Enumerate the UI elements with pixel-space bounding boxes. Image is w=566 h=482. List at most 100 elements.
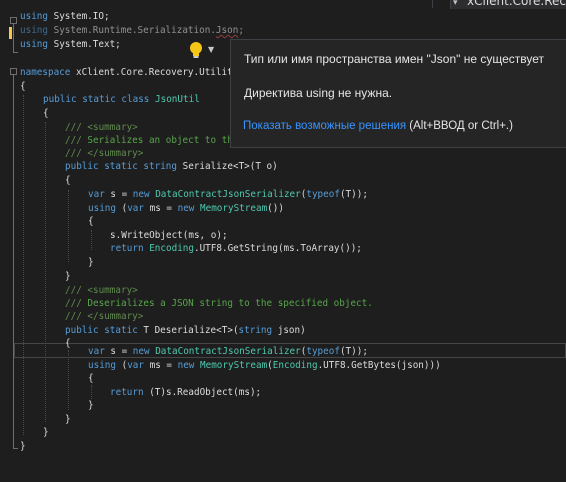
tab-label: xClient.Core.Recov: [467, 0, 566, 8]
code-line[interactable]: }: [65, 413, 71, 426]
keyword: var: [88, 346, 105, 357]
comment: ///: [65, 148, 88, 159]
lightbulb-icon[interactable]: [186, 40, 208, 60]
code-text: s.WriteObject(ms, o);: [110, 230, 228, 241]
chevron-down-icon[interactable]: ▼: [208, 45, 214, 54]
keyword: public: [43, 94, 77, 105]
type-name: Encoding: [149, 243, 194, 254]
comment: ///: [65, 122, 88, 133]
keyword: var: [88, 189, 105, 200]
code-line[interactable]: }: [43, 426, 49, 439]
code-line[interactable]: }: [88, 399, 94, 412]
code-text: Serialize<T>(T o): [177, 161, 278, 172]
comment-tag: <summary>: [87, 285, 138, 296]
comment-tag: </summary>: [87, 311, 144, 322]
code-line[interactable]: public static string Serialize<T>(T o): [65, 160, 278, 173]
outline-bracket: [13, 24, 14, 52]
keyword: public: [65, 325, 99, 336]
code-text: {: [65, 175, 71, 186]
code-line[interactable]: public static class JsonUtil: [43, 93, 200, 106]
code-text: s =: [104, 346, 133, 357]
shortcut-hint: (Alt+ВВОД or Ctrl+.): [409, 120, 513, 132]
keyword: return: [110, 243, 144, 254]
code-line[interactable]: using System.Text;: [20, 38, 121, 51]
code-line[interactable]: /// Serializes an object to th: [65, 134, 233, 147]
code-text: System.Runtime.Serialization.: [48, 25, 216, 36]
code-line[interactable]: {: [88, 372, 94, 385]
code-line[interactable]: {: [43, 107, 49, 120]
code-text: T Deserialize<T>(: [137, 325, 239, 336]
code-line[interactable]: return (T)s.ReadObject(ms);: [110, 386, 261, 399]
code-line[interactable]: using (var ms = new MemoryStream(Encodin…: [88, 359, 441, 372]
code-line[interactable]: /// <summary>: [65, 121, 138, 134]
keyword: class: [121, 94, 150, 105]
code-line[interactable]: using (var ms = new MemoryStream()): [88, 202, 284, 215]
collapse-icon[interactable]: [10, 17, 17, 24]
keyword: string: [238, 325, 273, 336]
code-line[interactable]: using System.Runtime.Serialization.Json;: [20, 24, 244, 37]
code-text: s =: [104, 189, 133, 200]
change-marker: [9, 27, 12, 39]
code-line[interactable]: {: [20, 80, 26, 93]
code-line[interactable]: {: [65, 337, 71, 350]
code-line[interactable]: return Encoding.UTF8.GetString(ms.ToArra…: [110, 242, 362, 255]
code-line[interactable]: {: [65, 174, 71, 187]
collapse-icon[interactable]: [10, 68, 17, 75]
code-line[interactable]: /// </summary>: [65, 310, 143, 323]
code-text: System.Text;: [48, 39, 121, 50]
keyword: return: [110, 387, 144, 398]
code-line[interactable]: }: [65, 270, 71, 283]
code-line[interactable]: /// Deserializes a JSON string to the sp…: [65, 297, 373, 310]
indent-guide: [45, 122, 46, 422]
code-text: .UTF8.GetString(ms.ToArray());: [193, 243, 362, 254]
code-line[interactable]: /// </summary>: [65, 147, 143, 160]
code-line[interactable]: var s = new DataContractJsonSerializer(t…: [88, 345, 368, 358]
code-text: {: [88, 216, 94, 227]
show-fixes-link[interactable]: Показать возможные решения: [243, 120, 406, 132]
keyword: using: [20, 11, 48, 22]
keyword: static: [104, 325, 138, 336]
comment-tag: </summary>: [87, 148, 144, 159]
code-text: }: [88, 400, 94, 411]
code-line[interactable]: {: [88, 215, 94, 228]
keyword: namespace: [20, 67, 71, 78]
code-text: ;: [238, 25, 244, 36]
outline-bracket-end: [13, 52, 18, 53]
keyword: static: [104, 161, 138, 172]
code-line[interactable]: public static T Deserialize<T>(string js…: [65, 324, 306, 337]
indent-guide: [91, 385, 92, 399]
keyword: typeof: [306, 189, 340, 200]
indent-guide: [23, 95, 24, 435]
code-text: (: [116, 203, 128, 214]
keyword: new: [177, 360, 195, 371]
code-line[interactable]: /// <summary>: [65, 284, 138, 297]
error-token[interactable]: Json: [216, 25, 238, 36]
code-text: System.IO;: [48, 11, 110, 22]
type-name: Encoding: [272, 360, 318, 371]
keyword: using: [20, 25, 48, 36]
code-line[interactable]: }: [88, 256, 94, 269]
code-line[interactable]: }: [20, 440, 26, 453]
code-line[interactable]: var s = new DataContractJsonSerializer(t…: [88, 188, 368, 201]
code-text: (T));: [339, 189, 368, 200]
top-divider: [432, 0, 433, 8]
keyword: using: [88, 360, 116, 371]
chevron-down-icon[interactable]: ▾: [453, 0, 458, 8]
outline-bracket-end: [13, 448, 18, 449]
document-tab[interactable]: ▾ xClient.Core.Recov: [450, 0, 566, 9]
code-text: (T)s.ReadObject(ms);: [143, 387, 262, 398]
keyword: string: [143, 161, 177, 172]
type-name: DataContractJsonSerializer: [155, 346, 301, 357]
quick-info-popup: Тип или имя пространства имен "Json" не …: [230, 39, 566, 148]
type-name: DataContractJsonSerializer: [155, 189, 301, 200]
code-text: }: [88, 257, 94, 268]
code-line[interactable]: s.WriteObject(ms, o);: [110, 229, 228, 242]
code-text: .UTF8.GetBytes(json))): [317, 360, 441, 371]
code-line[interactable]: using System.IO;: [20, 10, 110, 23]
code-line[interactable]: namespace xClient.Core.Recovery.Utilit: [20, 66, 233, 79]
code-text: }: [65, 271, 71, 282]
code-text: {: [65, 338, 71, 349]
type-name: MemoryStream: [200, 203, 268, 214]
code-text: (T));: [339, 346, 368, 357]
type-name: MemoryStream: [200, 360, 268, 371]
